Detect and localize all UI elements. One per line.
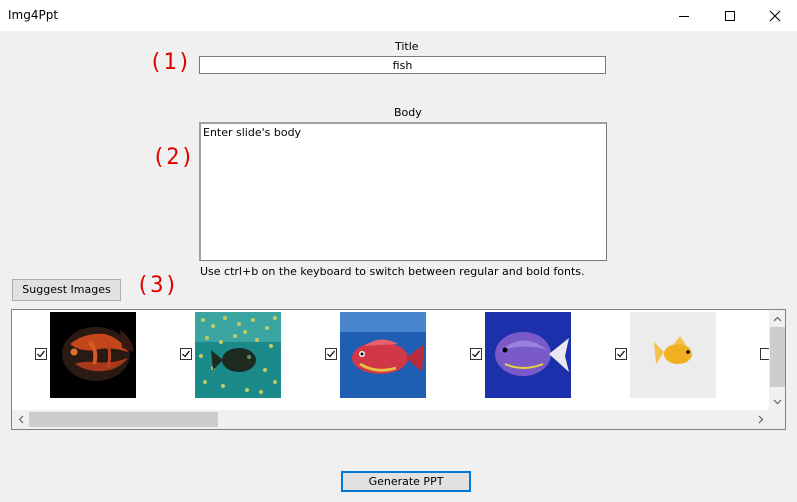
image-checkbox-5[interactable] [615, 348, 627, 360]
close-icon [769, 10, 781, 21]
annotation-2: (2) [152, 145, 195, 170]
title-label: Title [395, 40, 419, 53]
image-list-panel[interactable] [11, 309, 786, 430]
image-checkbox-1[interactable] [35, 348, 47, 360]
minimize-icon [679, 15, 689, 17]
checkmark-icon [37, 350, 45, 358]
generate-ppt-button[interactable]: Generate PPT [341, 471, 471, 492]
fish-image-5 [630, 312, 716, 398]
scroll-left-icon[interactable] [12, 410, 29, 429]
fish-image-4 [485, 312, 571, 398]
vertical-scroll-thumb[interactable] [770, 327, 785, 387]
checkmark-icon [472, 350, 480, 358]
suggest-images-button[interactable]: Suggest Images [12, 279, 121, 301]
annotation-3: (3) [136, 273, 179, 298]
horizontal-scroll-thumb[interactable] [29, 412, 218, 427]
app-title: Img4Ppt [8, 8, 59, 22]
close-button[interactable] [752, 0, 797, 31]
scroll-up-icon[interactable] [769, 310, 785, 327]
checkmark-icon [327, 350, 335, 358]
checkmark-icon [182, 350, 190, 358]
title-bar: Img4Ppt [0, 0, 797, 31]
annotation-1: (1) [149, 50, 192, 75]
image-checkbox-4[interactable] [470, 348, 482, 360]
body-label: Body [394, 106, 422, 119]
scroll-right-icon[interactable] [752, 410, 769, 429]
image-checkbox-3[interactable] [325, 348, 337, 360]
body-textarea[interactable]: Enter slide's body [199, 122, 607, 261]
checkmark-icon [617, 350, 625, 358]
scroll-down-icon[interactable] [769, 393, 785, 410]
fish-image-2 [195, 312, 281, 398]
maximize-button[interactable] [707, 0, 753, 31]
fish-image-1 [50, 312, 136, 398]
minimize-button[interactable] [661, 0, 707, 31]
horizontal-scrollbar[interactable] [12, 410, 769, 429]
maximize-icon [725, 10, 735, 21]
image-checkbox-2[interactable] [180, 348, 192, 360]
scrollbar-corner [769, 410, 785, 429]
title-input[interactable] [199, 56, 606, 74]
fish-image-3 [340, 312, 426, 398]
bold-hint-text: Use ctrl+b on the keyboard to switch bet… [200, 265, 585, 278]
vertical-scrollbar[interactable] [769, 310, 785, 410]
